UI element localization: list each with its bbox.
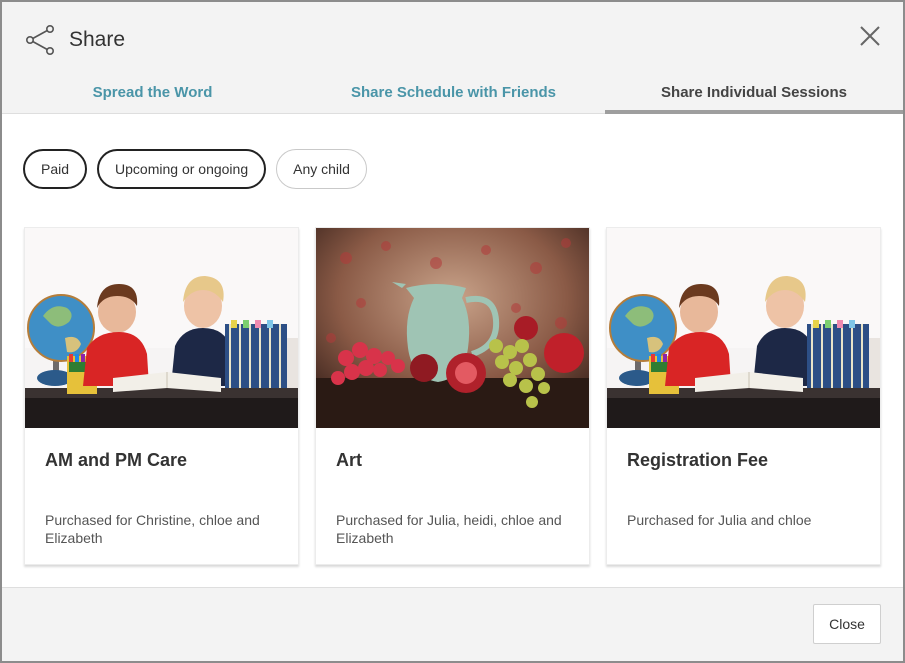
tab-label: Share Schedule with Friends — [350, 83, 557, 101]
session-image — [607, 228, 880, 428]
tab-share-schedule[interactable]: Share Schedule with Friends — [303, 70, 604, 114]
session-card[interactable]: AM and PM Care Purchased for Christine, … — [24, 227, 299, 565]
modal-footer: Close — [2, 587, 903, 661]
session-title: AM and PM Care — [45, 450, 188, 470]
session-purchased-for: Purchased for Julia, heidi, chloe and El… — [336, 512, 562, 546]
tab-label: Spread the Word — [92, 83, 213, 101]
session-image — [316, 228, 589, 428]
modal-title: Share — [69, 28, 126, 51]
filter-any-child[interactable]: Any child — [276, 149, 367, 189]
session-card[interactable]: Registration Fee Purchased for Julia and… — [606, 227, 881, 565]
session-image — [25, 228, 298, 428]
tab-spread-the-word[interactable]: Spread the Word — [2, 70, 303, 114]
share-modal: Share Spread the Word Share Schedule wit… — [0, 0, 905, 663]
session-title: Registration Fee — [627, 450, 769, 470]
close-icon[interactable] — [858, 24, 882, 48]
session-card[interactable]: Art Purchased for Julia, heidi, chloe an… — [315, 227, 590, 565]
tab-share-individual-sessions[interactable]: Share Individual Sessions — [605, 70, 903, 114]
filter-paid[interactable]: Paid — [23, 149, 88, 189]
tab-label: Share Individual Sessions — [661, 83, 847, 101]
filter-bar: Paid Upcoming or ongoing Any child — [23, 149, 367, 189]
session-title: Art — [336, 450, 362, 470]
filter-upcoming-or-ongoing[interactable]: Upcoming or ongoing — [97, 149, 267, 189]
tab-bar: Spread the Word Share Schedule with Frie… — [2, 70, 903, 114]
modal-header: Share Spread the Word Share Schedule wit… — [2, 2, 903, 114]
session-purchased-for: Purchased for Christine, chloe and Eliza… — [45, 512, 260, 546]
close-button[interactable]: Close — [813, 604, 881, 644]
session-purchased-for: Purchased for Julia and chloe — [627, 512, 812, 528]
share-icon — [25, 24, 54, 55]
session-card-list: AM and PM Care Purchased for Christine, … — [24, 227, 882, 567]
